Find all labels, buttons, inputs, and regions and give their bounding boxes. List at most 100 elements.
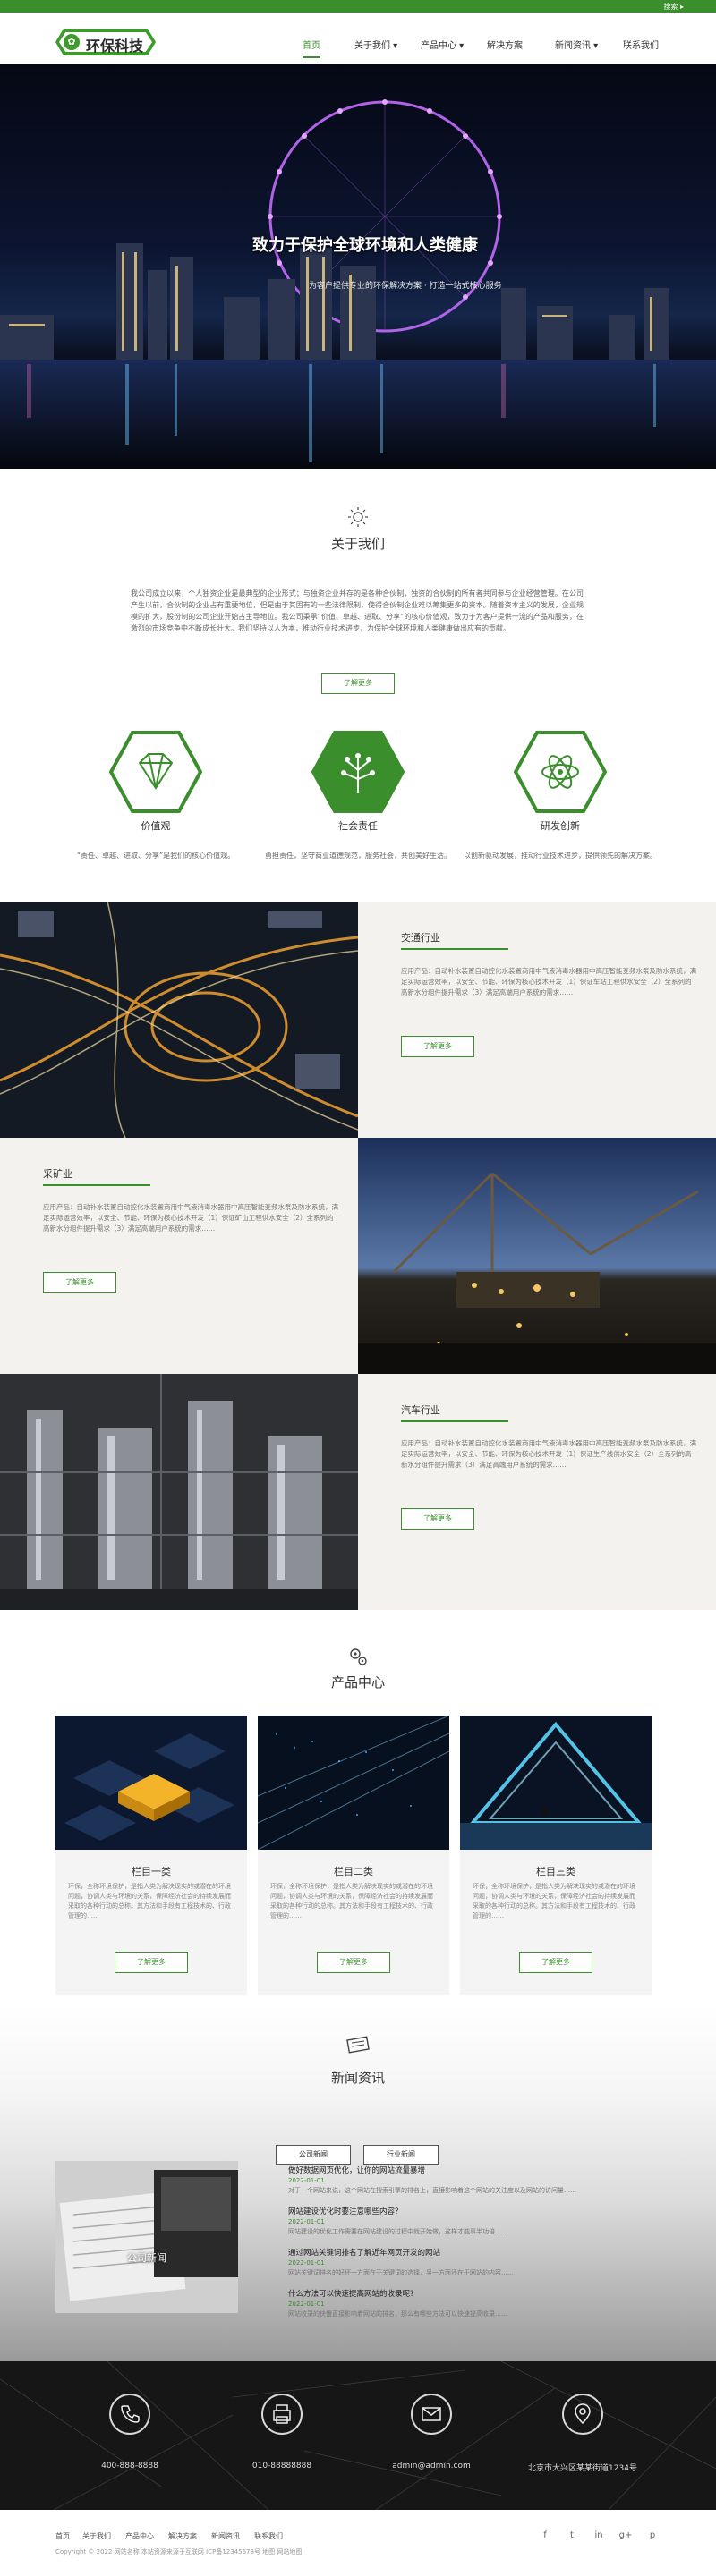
brand-logo[interactable]: ✿ 环保科技 (55, 29, 156, 55)
news-item-date: 2022-01-01 (288, 2301, 325, 2308)
news-item-title: 什么方法可以快速提高网站的收录呢? (288, 2290, 414, 2299)
nav-item-about[interactable]: 关于我们 ▾ (354, 38, 397, 51)
news-item-summary: 网站建设的优化工作需要在网站建设的过程中就开始做，这样才能事半功倍…… (288, 2228, 507, 2235)
news-item-date: 2022-01-01 (288, 2218, 325, 2225)
nav-item-home[interactable]: 首页 (303, 38, 320, 58)
product-text: 环保，全称环境保护，是指人类为解决现实的或潜在的环境问题，协调人类与环境的关系，… (270, 1883, 433, 1919)
footer-link-about[interactable]: 关于我们 (82, 2531, 111, 2541)
value-text: “责任、卓越、进取、分享”是我们的核心价值观。 (76, 852, 235, 860)
footer-link-news[interactable]: 新闻资讯 (211, 2531, 240, 2541)
about-text: 我公司成立以来，个人独资企业是最典型的企业形式；与独资企业并存的是各种合伙制，独… (131, 589, 584, 632)
atom-icon (514, 731, 607, 813)
product-card[interactable]: 栏目三类 环保，全称环境保护，是指人类为解决现实的或潜在的环境问题，协调人类与环… (460, 1716, 652, 1995)
news-item-title: 通过网站关键词排名了解近年网页开发的网站 (288, 2249, 441, 2258)
feature-title: 交通行业 (401, 932, 440, 944)
value-title: 研发创新 (541, 820, 580, 832)
value-title: 社会责任 (338, 820, 378, 832)
auto-more-button[interactable]: 了解更多 (401, 1508, 474, 1530)
news-item[interactable]: 做好数据网页优化，让你的网站流量暴增 2022-01-01 对于一个网站来说，这… (288, 2165, 664, 2195)
news-item-summary: 网站关键词排名的好坏一方面在于关键词的选择，另一方面还在于网站的内容…… (288, 2269, 514, 2276)
value-text: 以创新驱动发展，推动行业技术进步，提供领先的解决方案。 (464, 852, 657, 860)
news-title: 新闻资讯 (330, 2070, 385, 2086)
feature-text: 应用产品：自动补水装置自动控化水装置商用中气液消毒水器用中高压智能变频水泵及防水… (43, 1203, 338, 1233)
leaf-icon: ✿ (64, 34, 80, 50)
copyright-text: Copyright © 2022 网站名称 本站资源来源于互联网 ICP备123… (55, 2548, 303, 2555)
news-item-title: 做好数据网页优化，让你的网站流量暴增 (288, 2166, 426, 2175)
hero-subtitle: 为客户提供专业的环保解决方案 · 打造一站式核心服务 (309, 282, 502, 291)
diamond-icon (109, 731, 202, 813)
site-footer: 首页 关于我们 产品中心 解决方案 新闻资讯 联系我们 Copyright © … (0, 2510, 716, 2576)
product-name: 栏目二类 (334, 1866, 373, 1877)
mail-icon[interactable] (411, 2394, 452, 2435)
product-text: 环保，全称环境保护，是指人类为解决现实的或潜在的环境问题，协调人类与环境的关系，… (68, 1883, 231, 1919)
phone-icon[interactable] (109, 2394, 150, 2435)
product-more-button[interactable]: 了解更多 (519, 1952, 592, 1973)
value-card-innovation[interactable] (514, 731, 607, 813)
newspaper-icon (345, 2036, 371, 2054)
hero-title: 致力于保护全球环境和人类健康 (252, 236, 478, 255)
network-background (0, 2361, 716, 2510)
transport-more-button[interactable]: 了解更多 (401, 1036, 474, 1057)
news-item-date: 2022-01-01 (288, 2177, 325, 2184)
nav-item-solutions[interactable]: 解决方案 (487, 38, 523, 51)
news-item[interactable]: 网站建设优化时要注意哪些内容？ 2022-01-01 网站建设的优化工作需要在网… (288, 2206, 664, 2236)
phone-number: 400-888-8888 (101, 2462, 158, 2470)
brand-name: 环保科技 (86, 38, 144, 55)
product-name: 栏目三类 (536, 1866, 575, 1877)
transport-panel: 交通行业 应用产品：自动补水装置自动控化水装置商用中气液消毒水器用中高压智能变频… (358, 902, 716, 1138)
nav-item-contact[interactable]: 联系我们 (623, 38, 659, 51)
tab-industry-news[interactable]: 行业新闻 (363, 2145, 439, 2165)
auto-image (0, 1374, 358, 1610)
news-image-caption: 公司新闻 (127, 2252, 166, 2264)
feature-text: 应用产品：自动补水装置自动控化水装置商用中气液消毒水器用中高压智能变频水泵及防水… (401, 967, 696, 996)
product-image (258, 1716, 449, 1850)
mining-more-button[interactable]: 了解更多 (43, 1272, 116, 1293)
email-address: admin@admin.com (392, 2462, 471, 2470)
linkedin-icon[interactable]: in (591, 2528, 607, 2544)
value-text: 勇担责任，坚守商业道德规范，服务社会，共创美好生活。 (265, 852, 451, 860)
mining-image (358, 1138, 716, 1374)
auto-panel: 汽车行业 应用产品：自动补水装置自动控化水装置商用中气液消毒水器用中高压智能变频… (358, 1374, 716, 1610)
product-more-button[interactable]: 了解更多 (115, 1952, 188, 1973)
twitter-icon[interactable]: t (564, 2528, 580, 2544)
products-title: 产品中心 (330, 1674, 385, 1690)
value-card-responsibility[interactable] (311, 731, 405, 813)
product-card[interactable]: 栏目二类 环保，全称环境保护，是指人类为解决现实的或潜在的环境问题，协调人类与环… (258, 1716, 449, 1995)
nav-item-products[interactable]: 产品中心 ▾ (421, 38, 464, 51)
googleplus-icon[interactable]: g+ (618, 2528, 634, 2544)
product-image (460, 1716, 652, 1850)
transport-image (0, 902, 358, 1138)
footer-link-solutions[interactable]: 解决方案 (168, 2531, 197, 2541)
facebook-icon[interactable]: f (537, 2528, 553, 2544)
footer-link-products[interactable]: 产品中心 (125, 2531, 154, 2541)
tab-company-news[interactable]: 公司新闻 (276, 2145, 351, 2165)
pinterest-icon[interactable]: p (644, 2528, 661, 2544)
site-header: ✿ 环保科技 首页 关于我们 ▾ 产品中心 ▾ 解决方案 新闻资讯 ▾ 联系我们 (0, 13, 716, 64)
product-text: 环保，全称环境保护，是指人类为解决现实的或潜在的环境问题，协调人类与环境的关系，… (473, 1883, 635, 1919)
fax-number: 010-88888888 (251, 2462, 312, 2470)
product-card[interactable]: 栏目一类 环保，全称环境保护，是指人类为解决现实的或潜在的环境问题，协调人类与环… (55, 1716, 247, 1995)
product-image (55, 1716, 247, 1850)
value-card-values[interactable] (109, 731, 202, 813)
news-item-summary: 网站收录的快慢直接影响着网站的排名，那么有哪些方法可以快速提高收录…… (288, 2310, 507, 2318)
search-link[interactable]: 搜索 ▸ (663, 2, 684, 12)
news-image[interactable]: 公司新闻 (55, 2161, 238, 2313)
product-name: 栏目一类 (132, 1866, 171, 1877)
news-item[interactable]: 通过网站关键词排名了解近年网页开发的网站 2022-01-01 网站关键词排名的… (288, 2247, 664, 2277)
about-more-button[interactable]: 了解更多 (321, 673, 395, 694)
contact-section: 400-888-8888 010-88888888 admin@admin.co… (0, 2361, 716, 2510)
mining-panel: 采矿业 应用产品：自动补水装置自动控化水装置商用中气液消毒水器用中高压智能变频水… (0, 1138, 358, 1374)
footer-link-home[interactable]: 首页 (55, 2531, 70, 2541)
news-item[interactable]: 什么方法可以快速提高网站的收录呢? 2022-01-01 网站收录的快慢直接影响… (288, 2288, 664, 2318)
fax-icon[interactable] (261, 2394, 303, 2435)
address: 北京市大兴区某某街道1234号 (528, 2464, 637, 2473)
feature-title: 汽车行业 (401, 1404, 440, 1416)
tree-icon (311, 731, 405, 813)
feature-title: 采矿业 (43, 1168, 72, 1180)
bulb-icon (347, 506, 369, 528)
footer-link-contact[interactable]: 联系我们 (254, 2531, 283, 2541)
news-item-title: 网站建设优化时要注意哪些内容？ (288, 2207, 403, 2216)
nav-item-news[interactable]: 新闻资讯 ▾ (555, 38, 598, 51)
product-more-button[interactable]: 了解更多 (317, 1952, 390, 1973)
location-icon[interactable] (562, 2394, 603, 2435)
